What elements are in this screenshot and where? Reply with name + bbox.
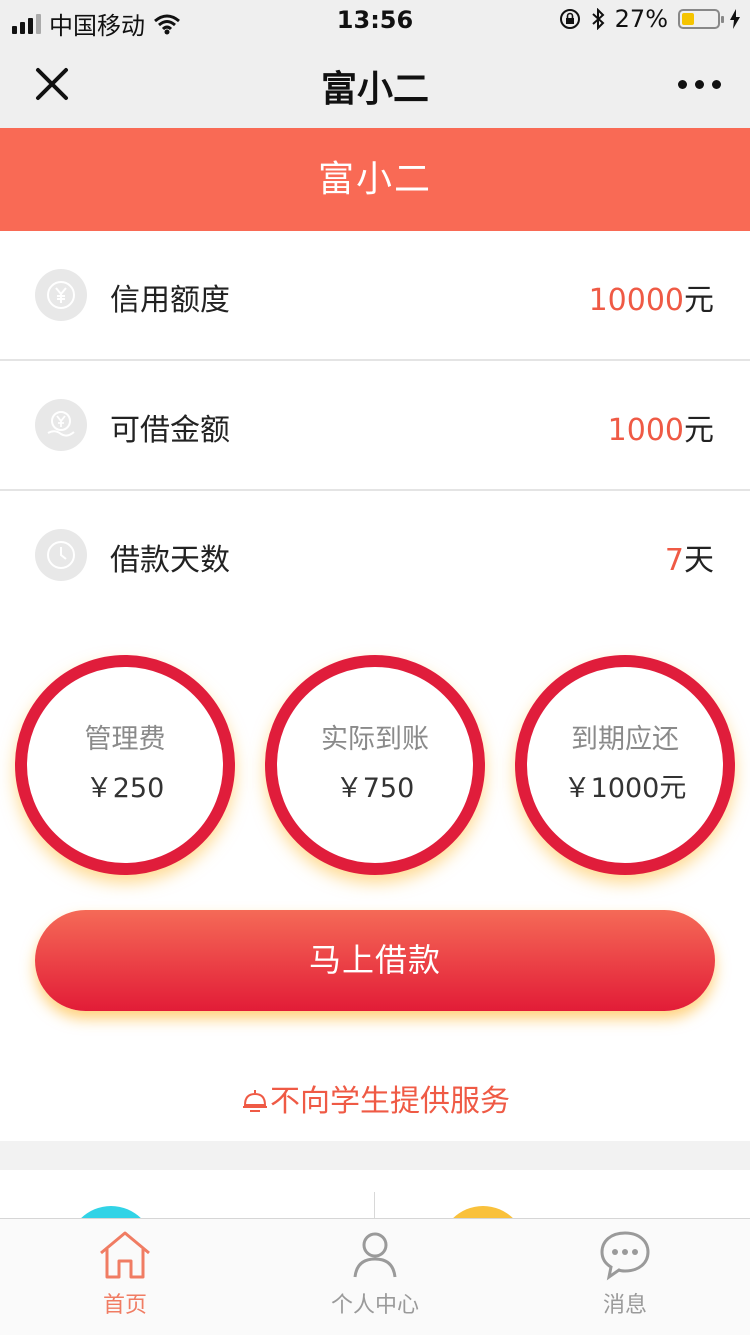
feature-icon-right[interactable] — [440, 1206, 526, 1218]
more-icon[interactable] — [678, 70, 722, 98]
borrow-now-button[interactable]: 马上借款 — [35, 910, 715, 1011]
tab-home[interactable]: 首页 — [0, 1219, 250, 1335]
info-row-loan-days: 借款天数 7天 — [0, 491, 750, 620]
orientation-lock-icon — [559, 9, 580, 29]
yen-coin-icon — [35, 269, 87, 321]
yen-hand-icon — [35, 399, 87, 451]
tab-bar: 首页 个人中心 消息 — [0, 1218, 750, 1335]
fee-circle-actual-received: 实际到账 ￥750 — [265, 655, 485, 875]
tab-messages[interactable]: 消息 — [500, 1219, 750, 1335]
fee-circle-title: 管理费 — [84, 724, 166, 755]
fee-circle-title: 实际到账 — [321, 724, 429, 755]
bluetooth-icon — [591, 8, 605, 30]
tab-label: 个人中心 — [330, 1293, 419, 1318]
feature-section — [0, 1170, 750, 1218]
status-bar: 中国移动 13:56 27% — [0, 0, 750, 40]
tab-label: 首页 — [102, 1293, 147, 1318]
tab-personal-center[interactable]: 个人中心 — [250, 1219, 500, 1335]
tab-label: 消息 — [602, 1293, 647, 1318]
fee-circle-management: 管理费 ￥250 — [15, 655, 235, 875]
fee-circle-value: ￥1000元 — [563, 773, 687, 804]
info-row-label: 借款天数 — [110, 543, 230, 578]
main-content: 信用额度 10000元 可借金额 1000元 借款天数 7天 管理费 ￥250 — [0, 231, 750, 1141]
page-banner: 富小二 — [0, 128, 750, 231]
nav-title: 富小二 — [320, 69, 429, 110]
battery-percent: 27% — [614, 5, 668, 33]
info-row-label: 可借金额 — [110, 413, 230, 448]
section-divider — [374, 1192, 375, 1218]
charging-icon — [730, 9, 740, 29]
info-row-value: 7天 — [664, 543, 714, 578]
info-row-credit-limit: 信用额度 10000元 — [0, 231, 750, 360]
fee-circle-value: ￥250 — [85, 773, 165, 804]
fee-circle-due-repayment: 到期应还 ￥1000元 — [515, 655, 735, 875]
fee-circle-title: 到期应还 — [571, 724, 679, 755]
info-row-value: 1000元 — [607, 413, 714, 448]
status-right: 27% — [559, 5, 740, 33]
info-row-label: 信用额度 — [110, 283, 230, 318]
battery-icon — [678, 9, 724, 29]
message-icon — [600, 1231, 650, 1281]
student-notice: 不向学生提供服务 — [0, 1076, 750, 1120]
notice-text: 不向学生提供服务 — [270, 1084, 510, 1119]
fee-circle-value: ￥750 — [335, 773, 415, 804]
nav-bar: 富小二 — [0, 40, 750, 128]
home-icon — [100, 1231, 150, 1279]
info-row-value: 10000元 — [588, 283, 714, 318]
info-row-borrowable-amount: 可借金额 1000元 — [0, 361, 750, 490]
person-icon — [353, 1232, 397, 1278]
bell-icon — [243, 1090, 267, 1112]
feature-icon-left[interactable] — [68, 1206, 154, 1218]
clock-icon — [35, 529, 87, 581]
